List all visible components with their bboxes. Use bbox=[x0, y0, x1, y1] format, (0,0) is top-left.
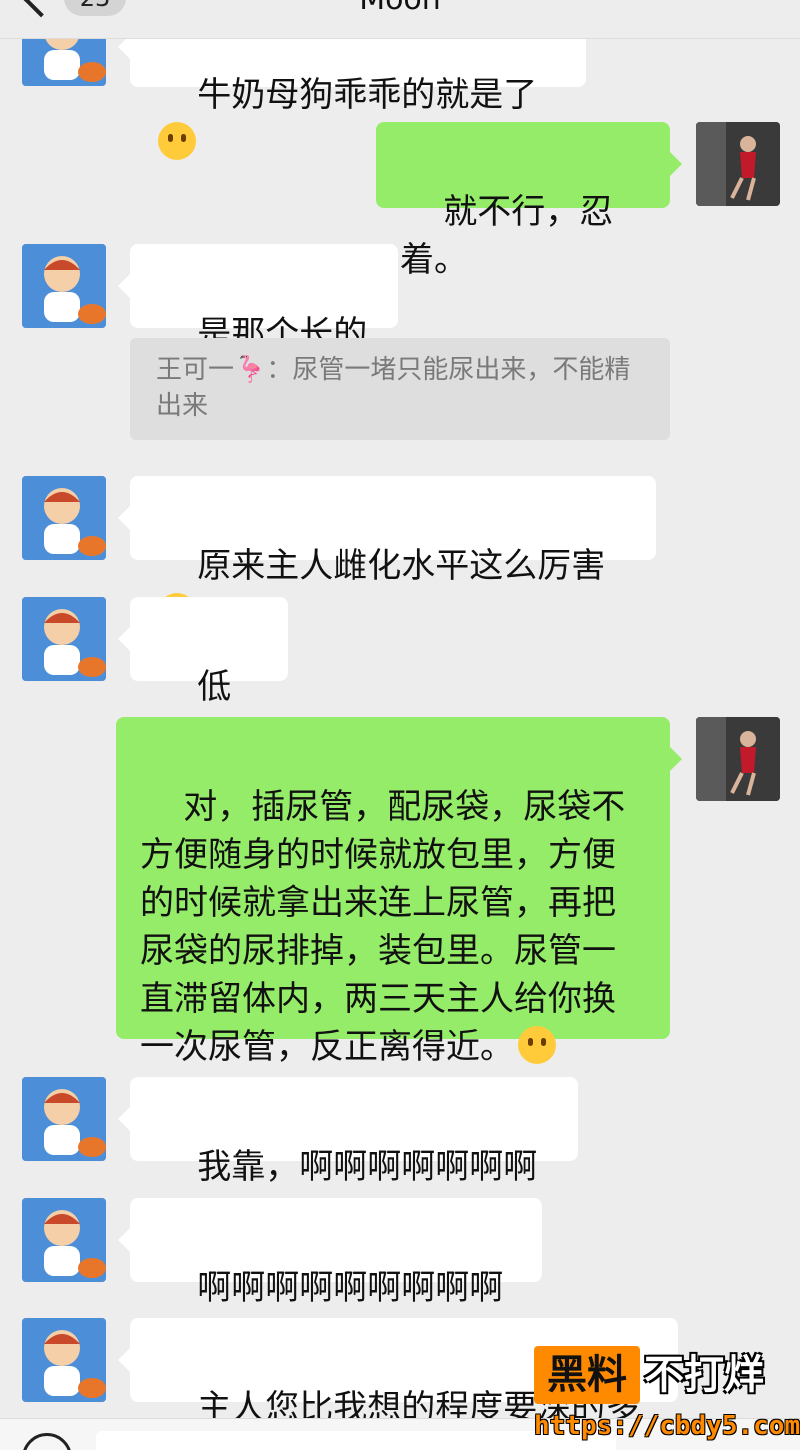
watermark-url: https://cbdy5.com bbox=[534, 1411, 800, 1441]
incoming-message[interactable]: 我靠，啊啊啊啊啊啊啊啊 bbox=[118, 1077, 578, 1235]
outgoing-message[interactable]: 就不行，忍着。 bbox=[376, 122, 682, 280]
voice-input-icon[interactable] bbox=[22, 1433, 72, 1450]
unread-count-badge[interactable]: 23 bbox=[64, 0, 126, 16]
message-text: 对，插尿管，配尿袋，尿袋不方便随身的时候就放包里，方便的时候就拿出来连上尿管，再… bbox=[140, 787, 626, 1067]
incoming-message[interactable]: 低估了 bbox=[118, 597, 288, 755]
message-text: 原来主人雌化水平这么厉害 bbox=[197, 546, 606, 586]
site-watermark: 黑料 不打烊 https://cbdy5.com bbox=[534, 1346, 800, 1450]
contact-avatar[interactable] bbox=[22, 244, 106, 328]
self-avatar[interactable] bbox=[696, 717, 780, 801]
chat-screen: 23 Moon 牛奶母狗乖乖的就是了 就不行，忍着。 bbox=[0, 0, 800, 1450]
contact-avatar[interactable] bbox=[22, 1077, 106, 1161]
contact-avatar[interactable] bbox=[22, 1318, 106, 1402]
chat-title: Moon bbox=[300, 0, 500, 17]
incoming-message[interactable]: 啊啊啊啊啊啊啊啊啊啊 bbox=[118, 1198, 542, 1356]
message-text: 就不行，忍着。 bbox=[400, 192, 614, 280]
incoming-message[interactable]: 是那个长的吗 bbox=[118, 244, 398, 402]
chat-header: 23 Moon bbox=[0, 0, 800, 39]
watermark-brand-text: 不打烊 bbox=[644, 1352, 764, 1398]
contact-avatar[interactable] bbox=[22, 597, 106, 681]
quote-text: 王可一🦩：尿管一堵只能尿出来，不能精出来 bbox=[156, 355, 631, 421]
quoted-message[interactable]: 王可一🦩：尿管一堵只能尿出来，不能精出来 bbox=[130, 338, 670, 440]
message-text: 牛奶母狗乖乖的就是了 bbox=[197, 75, 538, 115]
crying-face-icon bbox=[158, 122, 196, 160]
incoming-message[interactable]: 原来主人雌化水平这么厉害 bbox=[118, 476, 656, 631]
back-arrow-icon[interactable] bbox=[22, 0, 60, 18]
smiling-face-icon bbox=[518, 1026, 556, 1064]
outgoing-message[interactable]: 对，插尿管，配尿袋，尿袋不方便随身的时候就放包里，方便的时候就拿出来连上尿管，再… bbox=[116, 717, 682, 1067]
self-avatar[interactable] bbox=[696, 122, 780, 206]
watermark-brand-highlight: 黑料 bbox=[534, 1346, 640, 1404]
contact-avatar[interactable] bbox=[22, 1198, 106, 1282]
contact-avatar[interactable] bbox=[22, 476, 106, 560]
